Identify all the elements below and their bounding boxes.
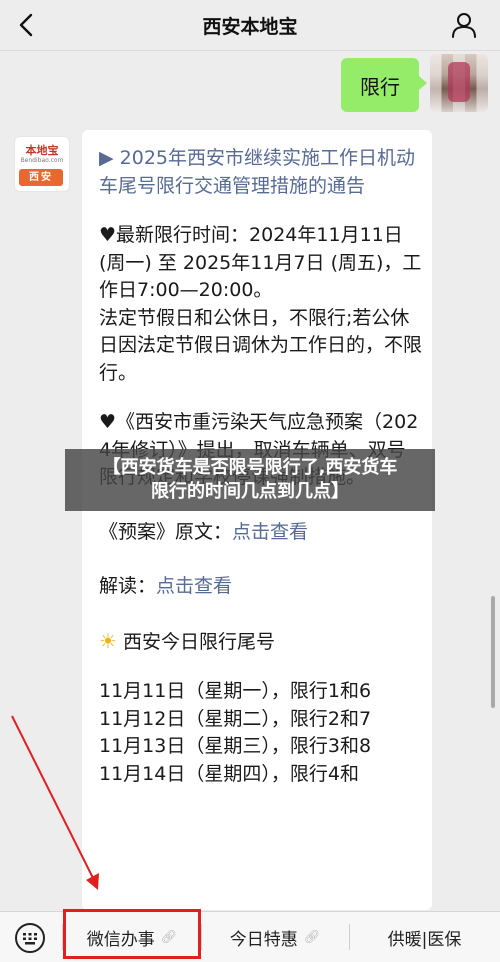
scrollbar[interactable]	[491, 596, 495, 708]
user-avatar[interactable]	[430, 54, 488, 112]
bot-city: 西安	[19, 169, 63, 186]
user-message-text: 限行	[360, 74, 400, 99]
interpret-label: 解读：	[99, 575, 157, 597]
nav-header: 西安本地宝	[0, 0, 500, 51]
interpret-link[interactable]: 点击查看	[156, 575, 232, 597]
sun-icon: ☀	[99, 628, 117, 653]
reply-time: ♥最新限行时间：2024年11月11日 (周一) 至 2025年11月7日 (周…	[99, 224, 422, 301]
user-message-bubble[interactable]: 限行	[341, 58, 427, 112]
today-title-row: ☀ 西安今日限行尾号	[99, 628, 424, 657]
bot-domain: Bendibao.com	[20, 157, 64, 164]
menu-item-label: 今日特惠	[229, 929, 298, 950]
schedule-row: 11月11日（星期一），限行1和6	[99, 680, 372, 702]
interpret-row: 解读：点击查看	[99, 573, 424, 601]
link-icon: 🔗︎	[303, 929, 321, 945]
profile-button[interactable]	[450, 11, 478, 39]
back-button[interactable]	[14, 12, 40, 38]
overlay-line-2: 限行的时间几点到几点】	[151, 481, 349, 502]
schedule-row: 11月12日（星期二），限行2和7	[99, 707, 372, 730]
reply-holiday: 法定节假日和公休日，不限行;若公休日因法定节假日调休为工作日的，不限行。	[99, 306, 423, 384]
reply-headline: ▶ 2025年西安市继续实施工作日机动车尾号限行交通管理措施的通告	[99, 147, 416, 197]
bot-avatar[interactable]: 本地宝 Bendibao.com 西安	[14, 136, 70, 192]
plan-original-link[interactable]: 点击查看	[232, 521, 308, 543]
schedule-row: 11月14日（星期四），限行4和	[99, 762, 359, 785]
keyboard-icon	[15, 923, 45, 953]
menu-item-today-deals[interactable]: 今日特惠 🔗︎	[201, 912, 349, 962]
schedule-row: 11月13日（星期三），限行3和8	[99, 735, 372, 757]
annotation-highlight-box	[63, 909, 201, 959]
page-title: 西安本地宝	[202, 15, 298, 38]
overlay-line-1: 【西安货车是否限号限行了,西安货车	[102, 457, 398, 478]
plan-original-label: 《预案》原文：	[99, 520, 233, 543]
menu-item-heating-insurance[interactable]: 供暖|医保	[349, 912, 500, 962]
article-title-overlay: 【西安货车是否限号限行了,西安货车 限行的时间几点到几点】	[65, 449, 435, 511]
today-title: 西安今日限行尾号	[122, 630, 275, 653]
menu-item-label: 供暖|医保	[387, 929, 462, 950]
keyboard-button[interactable]	[14, 922, 46, 954]
person-icon	[452, 13, 476, 38]
bot-brand: 本地宝	[25, 144, 59, 157]
chevron-left-icon	[19, 13, 33, 37]
plan-original-row: 《预案》原文：点击查看	[99, 519, 424, 547]
bot-reply-card: ▶ 2025年西安市继续实施工作日机动车尾号限行交通管理措施的通告 ♥最新限行时…	[82, 130, 432, 910]
